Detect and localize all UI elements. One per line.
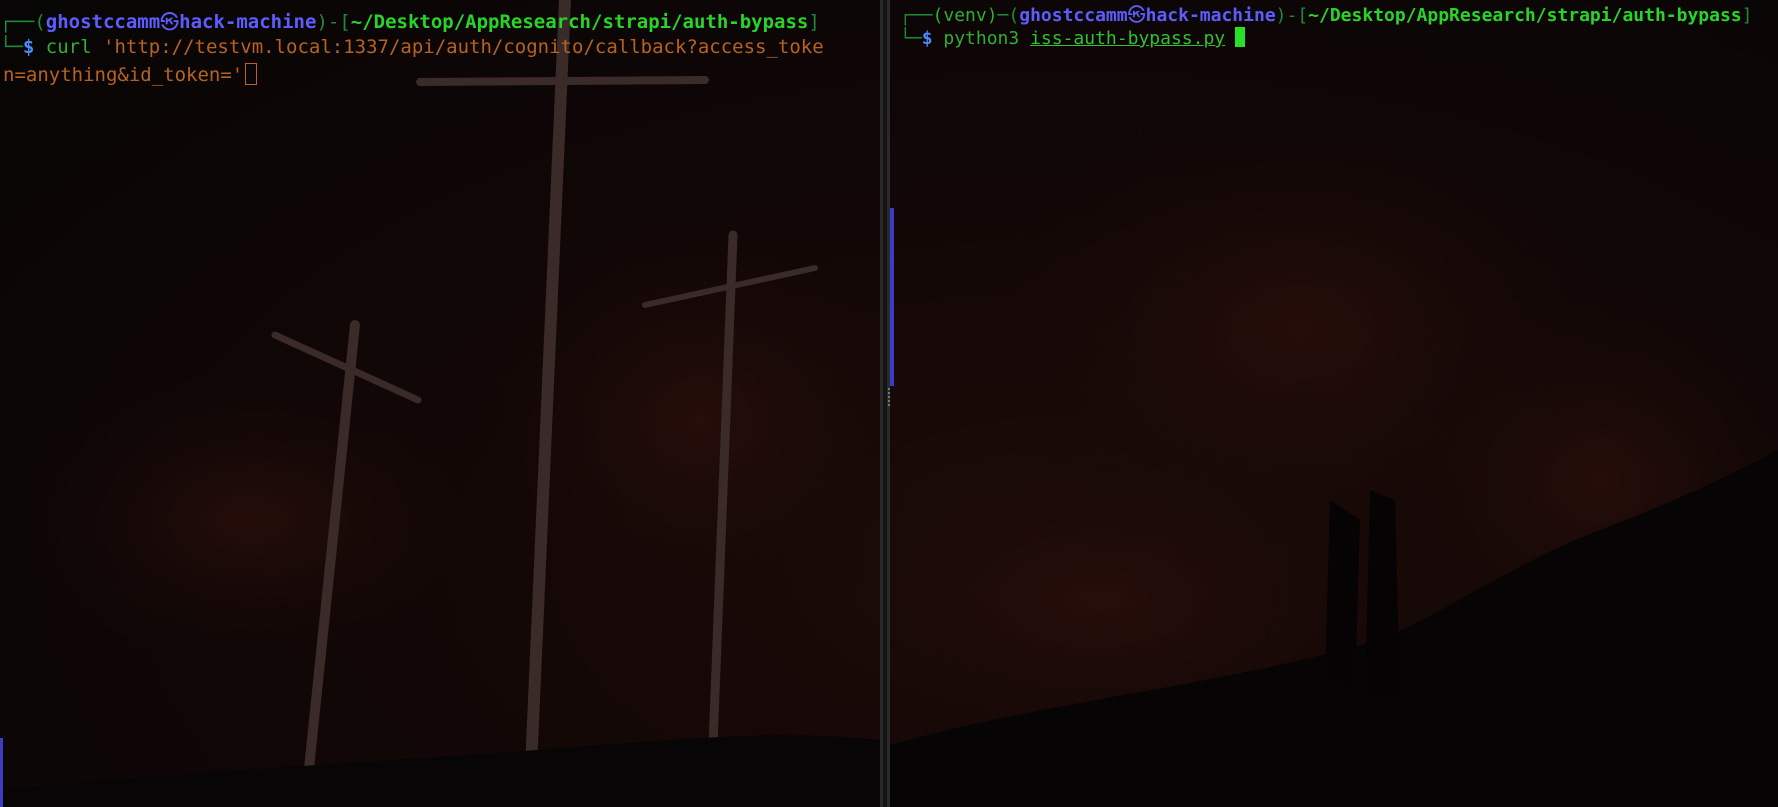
prompt-host: hack-machine bbox=[1145, 5, 1276, 26]
prompt-dash: ─( bbox=[997, 5, 1020, 26]
prompt-frame-bottom: └─ bbox=[0, 36, 23, 58]
prompt-symbol: $ bbox=[921, 28, 933, 49]
right-prompt-line: ┌──(venv)─(ghostccamm㉿hack-machine)-[~/D… bbox=[900, 4, 1753, 28]
terminal-cursor bbox=[1235, 27, 1246, 47]
terminal-window: ┌──(ghostccamm㉿hack-machine)-[~/Desktop/… bbox=[0, 0, 1778, 807]
terminal-cursor bbox=[245, 63, 258, 85]
right-command-line[interactable]: └─$ python3 iss-auth-bypass.py bbox=[900, 27, 1246, 51]
skull-icon: ㉿ bbox=[160, 11, 180, 33]
prompt-bracket-close: ] bbox=[808, 11, 820, 33]
command-argument-line1: 'http://testvm.local:1337/api/auth/cogni… bbox=[91, 36, 824, 58]
prompt-user: ghostccamm bbox=[45, 11, 161, 33]
prompt-frame-top: ┌──( bbox=[0, 11, 46, 33]
command-name: python3 bbox=[943, 28, 1020, 49]
prompt-frame-top: ┌── bbox=[900, 5, 933, 26]
prompt-bracket-close: ] bbox=[1741, 5, 1753, 26]
prompt-separator: )-[ bbox=[316, 11, 351, 33]
left-command-continuation[interactable]: n=anything&id_token=' bbox=[3, 63, 258, 87]
script-filename: iss-auth-bypass.py bbox=[1030, 28, 1226, 49]
prompt-frame-bottom: └─ bbox=[900, 28, 922, 49]
prompt-path: ~/Desktop/AppResearch/strapi/auth-bypass bbox=[1308, 5, 1742, 26]
prompt-separator: )-[ bbox=[1275, 5, 1309, 26]
left-terminal-pane[interactable] bbox=[0, 0, 880, 807]
prompt-path: ~/Desktop/AppResearch/strapi/auth-bypass bbox=[350, 11, 809, 33]
left-prompt-line: ┌──(ghostccamm㉿hack-machine)-[~/Desktop/… bbox=[0, 10, 820, 34]
prompt-user: ghostccamm bbox=[1019, 5, 1128, 26]
command-name: curl bbox=[45, 36, 92, 58]
left-pane-scroll-indicator[interactable] bbox=[0, 738, 3, 807]
left-command-line[interactable]: └─$ curl 'http://testvm.local:1337/api/a… bbox=[0, 35, 824, 59]
prompt-symbol: $ bbox=[22, 36, 35, 58]
skull-icon: ㉿ bbox=[1127, 5, 1146, 26]
venv-indicator: (venv) bbox=[932, 5, 998, 26]
command-argument-line2: n=anything&id_token=' bbox=[3, 64, 244, 86]
prompt-host: hack-machine bbox=[179, 11, 317, 33]
right-terminal-pane[interactable] bbox=[890, 0, 1778, 807]
